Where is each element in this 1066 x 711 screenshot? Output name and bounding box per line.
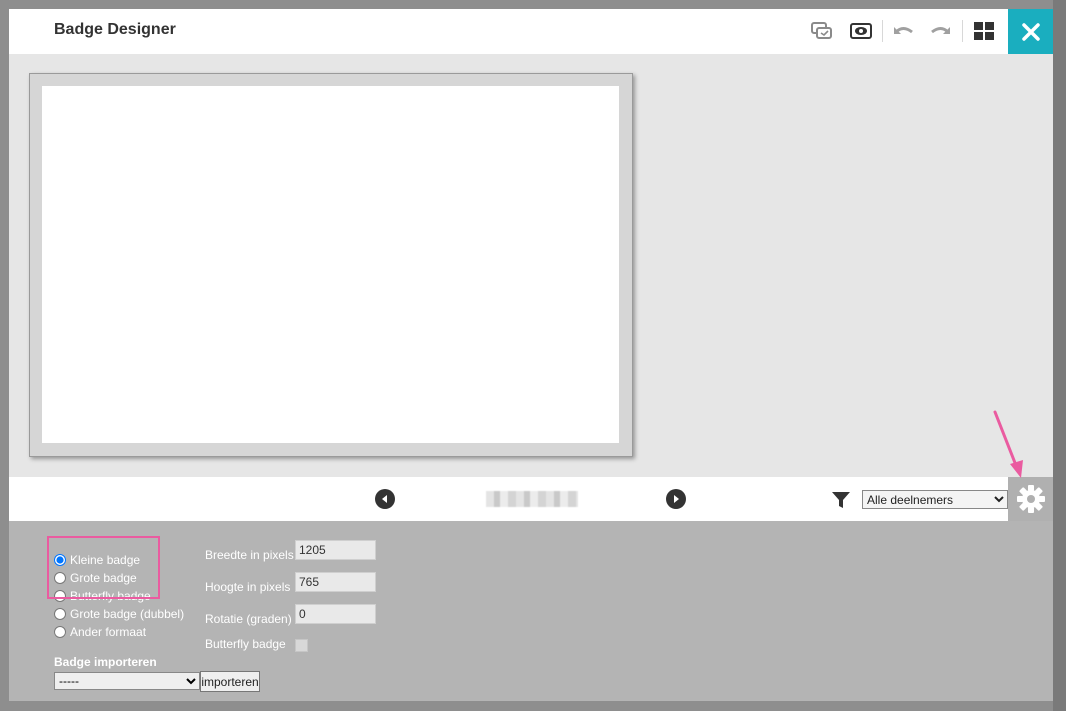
- radio-kleine-badge[interactable]: Kleine badge: [54, 552, 140, 568]
- redo-button[interactable]: [929, 19, 953, 43]
- rotation-label: Rotatie (graden): [205, 612, 292, 626]
- radio-input[interactable]: [54, 590, 66, 602]
- radio-input[interactable]: [54, 608, 66, 620]
- badge-canvas-frame: [29, 73, 633, 457]
- radio-label: Grote badge (dubbel): [70, 607, 185, 621]
- toolbar-separator: [882, 20, 883, 42]
- import-button[interactable]: importeren: [200, 671, 260, 692]
- height-input[interactable]: [295, 572, 376, 592]
- preview-eye-icon: [850, 23, 872, 39]
- radio-input[interactable]: [54, 626, 66, 638]
- participant-name-redacted: [486, 491, 578, 507]
- background-page: [1053, 0, 1066, 711]
- radio-label: Kleine badge: [70, 553, 141, 567]
- filter-icon[interactable]: [831, 490, 851, 510]
- radio-input[interactable]: [54, 554, 66, 566]
- badge-navigation-bar: Alle deelnemers: [9, 477, 1008, 521]
- layout-button[interactable]: [972, 19, 996, 43]
- badge-settings-panel: Kleine badge Grote badge Butterfly badge…: [9, 521, 1053, 701]
- chevron-right-icon: [674, 495, 679, 503]
- radio-ander-formaat[interactable]: Ander formaat: [54, 624, 146, 640]
- butterfly-checkbox-label: Butterfly badge: [205, 637, 286, 651]
- annotation-arrow-icon: [993, 410, 1023, 478]
- badge-canvas[interactable]: [42, 86, 619, 443]
- next-badge-button[interactable]: [666, 489, 686, 509]
- close-button[interactable]: [1008, 9, 1053, 54]
- redo-icon: [931, 27, 950, 34]
- height-label: Hoogte in pixels: [205, 580, 291, 594]
- badge-designer-modal: Badge Designer Alle deelnemers Kleine ba…: [9, 9, 1053, 701]
- modal-title: Badge Designer: [54, 21, 176, 38]
- radio-grote-badge-dubbel[interactable]: Grote badge (dubbel): [54, 606, 184, 622]
- import-title: Badge importeren: [54, 655, 157, 669]
- layout-grid-icon: [974, 22, 994, 40]
- previous-badge-button[interactable]: [375, 489, 395, 509]
- close-icon: [1021, 22, 1040, 41]
- toolbar-separator: [962, 20, 963, 42]
- gear-icon: [1016, 485, 1045, 513]
- radio-butterfly-badge[interactable]: Butterfly badge: [54, 588, 151, 604]
- radio-label: Ander formaat: [70, 625, 147, 639]
- radio-label: Butterfly badge: [70, 589, 151, 603]
- modal-header: Badge Designer: [9, 9, 1053, 54]
- width-label: Breedte in pixels: [205, 548, 294, 562]
- width-input[interactable]: [295, 540, 376, 560]
- duplicate-icon: [811, 22, 832, 39]
- chevron-left-icon: [382, 495, 387, 503]
- radio-grote-badge[interactable]: Grote badge: [54, 570, 137, 586]
- butterfly-checkbox[interactable]: [295, 639, 308, 652]
- preview-button[interactable]: [849, 19, 873, 43]
- undo-icon: [894, 27, 913, 34]
- participants-filter-select[interactable]: Alle deelnemers: [862, 490, 1008, 509]
- radio-input[interactable]: [54, 572, 66, 584]
- radio-label: Grote badge: [70, 571, 137, 585]
- duplicate-button[interactable]: [810, 19, 834, 43]
- undo-button[interactable]: [891, 19, 915, 43]
- import-badge-select[interactable]: -----: [54, 672, 200, 690]
- rotation-input[interactable]: [295, 604, 376, 624]
